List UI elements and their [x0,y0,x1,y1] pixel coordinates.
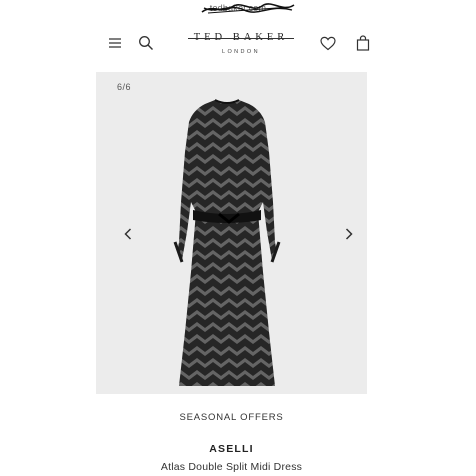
product-image-gallery[interactable]: 6/6 [96,72,367,394]
chevron-left-icon[interactable] [120,224,136,244]
site-header: TED BAKER LONDON [96,22,380,64]
bag-icon[interactable] [354,34,372,52]
logo-subtitle: LONDON [222,49,260,55]
product-name: Atlas Double Split Midi Dress [160,461,303,473]
search-icon[interactable] [137,34,155,52]
image-counter: 6/6 [117,82,132,92]
logo-strike-line [188,38,294,39]
heart-icon[interactable] [319,34,337,52]
ted-baker-logo[interactable]: TED BAKER LONDON [188,30,294,58]
browser-url-bar[interactable]: tedbaker.com [96,0,380,22]
dress-product-image [173,99,281,386]
seasonal-offers-label[interactable]: SEASONAL OFFERS [96,412,367,423]
mobile-page: tedbaker.com TED BAKER LONDON 6/6 [96,0,380,476]
scribble-redaction [201,3,295,14]
hamburger-icon[interactable] [106,34,124,52]
product-brand: ASELLI [209,443,254,455]
chevron-right-icon[interactable] [341,224,357,244]
